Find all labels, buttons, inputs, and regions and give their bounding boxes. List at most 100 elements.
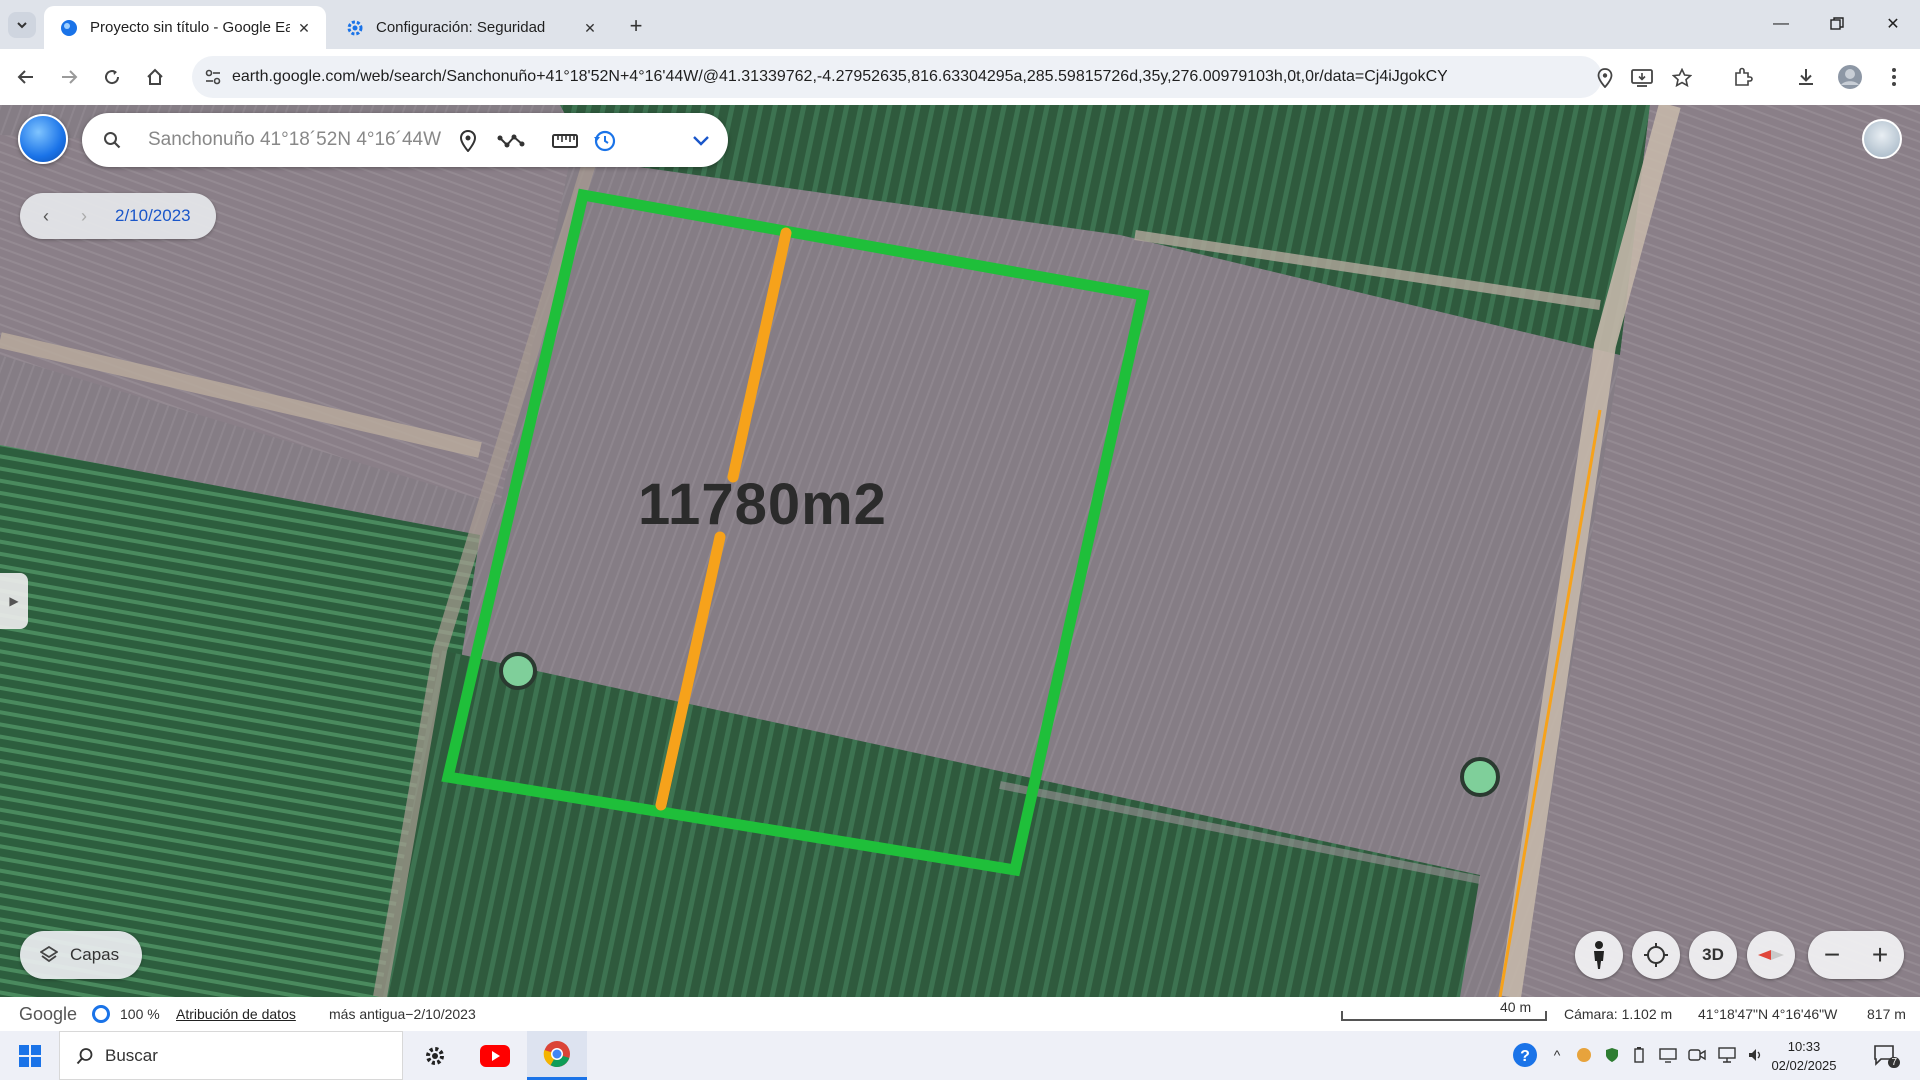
layers-icon — [38, 944, 60, 966]
account-avatar[interactable] — [1862, 119, 1902, 159]
toggle-3d-button[interactable]: 3D — [1689, 931, 1737, 979]
imagery-oldest-date: más antigua−2/10/2023 — [329, 1006, 476, 1022]
search-icon — [74, 1045, 96, 1067]
notifications-button[interactable]: 7 — [1870, 1042, 1900, 1068]
battery-icon[interactable] — [1628, 1044, 1650, 1066]
back-button[interactable] — [10, 61, 42, 93]
close-window-button[interactable]: ✕ — [1870, 8, 1916, 40]
start-button[interactable] — [10, 1031, 50, 1080]
arrow-left-icon — [17, 70, 33, 84]
windows-taskbar: Buscar ? ^ 10:33 02/02/2025 7 — [0, 1031, 1920, 1080]
tab-settings-security[interactable]: Configuración: Seguridad ✕ — [330, 6, 612, 49]
network-icon[interactable] — [1716, 1044, 1738, 1066]
layers-button[interactable]: Capas — [20, 931, 142, 979]
area-measurement-label: 11780m2 — [638, 472, 887, 537]
reload-icon — [105, 70, 120, 85]
restore-window-button[interactable] — [1814, 8, 1860, 40]
imagery-date[interactable]: 2/10/2023 — [115, 206, 191, 226]
clock-time: 10:33 — [1787, 1039, 1821, 1054]
chrome-icon — [543, 1041, 570, 1068]
google-earth-logo[interactable] — [18, 114, 68, 164]
browser-tab-bar: Proyecto sin título - Google Earth ✕ Con… — [0, 0, 1920, 49]
compass-button[interactable] — [1747, 931, 1795, 979]
browser-menu-icon[interactable] — [1878, 61, 1910, 93]
show-hidden-icons-chevron-icon[interactable]: ^ — [1546, 1044, 1568, 1066]
tab-title: Configuración: Seguridad — [376, 19, 546, 36]
browser-toolbar: earth.google.com/web/search/Sanchonuño+4… — [0, 49, 1920, 105]
bookmark-star-icon[interactable] — [1670, 66, 1694, 90]
zoom-in-button[interactable]: + — [1856, 931, 1904, 979]
youtube-icon — [480, 1044, 510, 1067]
url-text: earth.google.com/web/search/Sanchonuño+4… — [232, 68, 1447, 85]
elevation: 817 m — [1867, 1006, 1906, 1022]
loading-percent: 100 % — [120, 1006, 160, 1022]
taskbar-clock[interactable]: 10:33 02/02/2025 — [1764, 1037, 1844, 1075]
ruler-icon[interactable] — [550, 126, 580, 156]
profile-avatar[interactable] — [1834, 61, 1866, 93]
tab-search-button[interactable] — [8, 12, 36, 38]
windows-logo-icon — [19, 1044, 41, 1067]
gear-icon — [346, 19, 364, 37]
camera-altitude: Cámara: 1.102 m — [1564, 1006, 1673, 1022]
site-settings-icon[interactable] — [202, 66, 224, 88]
draw-path-icon[interactable] — [496, 126, 526, 156]
taskbar-youtube-app[interactable] — [470, 1031, 520, 1080]
chevron-down-icon — [17, 22, 27, 29]
google-logo: Google — [19, 1004, 78, 1024]
location-pin-icon[interactable] — [1593, 66, 1617, 90]
historical-imagery-icon[interactable] — [590, 126, 620, 156]
earth-search-bar[interactable]: Sanchonuño 41°18´52N 4°16´44W — [82, 113, 728, 167]
taskbar-chrome-app[interactable] — [527, 1031, 587, 1080]
data-attribution-link[interactable]: Atribución de datos — [176, 1006, 296, 1022]
home-icon — [147, 68, 163, 85]
forward-button[interactable] — [53, 61, 85, 93]
zoom-out-button[interactable]: − — [1808, 931, 1856, 979]
street-view-pegman-button[interactable] — [1575, 931, 1623, 979]
compass-icon — [1758, 950, 1784, 960]
cursor-coordinates: 41°18'47"N 4°16'46"W — [1698, 1006, 1838, 1022]
downloads-icon[interactable] — [1790, 61, 1822, 93]
address-bar[interactable]: earth.google.com/web/search/Sanchonuño+4… — [192, 56, 1602, 98]
search-icon[interactable] — [100, 128, 124, 152]
volume-icon[interactable] — [1744, 1044, 1766, 1066]
taskbar-settings-app[interactable] — [410, 1031, 460, 1080]
google-earth-favicon-icon — [60, 19, 78, 37]
tray-app-icon[interactable] — [1573, 1044, 1595, 1066]
pegman-icon — [1594, 941, 1604, 969]
tab-google-earth[interactable]: Proyecto sin título - Google Earth ✕ — [44, 6, 326, 49]
chevron-down-icon[interactable] — [686, 126, 716, 156]
home-button[interactable] — [139, 61, 171, 93]
add-placemark-icon[interactable] — [453, 126, 483, 156]
help-icon[interactable]: ? — [1512, 1042, 1538, 1068]
expand-panel-button[interactable]: ▶ — [0, 573, 28, 629]
satellite-imagery — [0, 105, 1920, 997]
earth-map-viewport[interactable]: 11780m2 Sanchonuño 41°18´52N 4°16´44W ‹ … — [0, 105, 1920, 997]
new-tab-button[interactable]: + — [622, 12, 650, 40]
extensions-icon[interactable] — [1727, 61, 1759, 93]
arrow-right-icon — [62, 70, 78, 84]
next-date-button[interactable]: › — [72, 204, 96, 228]
reload-button[interactable] — [96, 61, 128, 93]
scale-bar — [1341, 1011, 1547, 1021]
close-tab-icon[interactable]: ✕ — [580, 18, 600, 38]
restore-icon — [1830, 17, 1844, 30]
minimize-window-button[interactable]: — — [1758, 8, 1804, 40]
meet-now-icon[interactable] — [1686, 1044, 1708, 1066]
my-location-button[interactable] — [1632, 931, 1680, 979]
imagery-date-picker: ‹ › 2/10/2023 — [20, 193, 216, 239]
clock-date: 02/02/2025 — [1771, 1058, 1837, 1073]
taskbar-search-label: Buscar — [105, 1046, 158, 1065]
taskbar-search[interactable]: Buscar — [59, 1031, 403, 1080]
install-app-icon[interactable] — [1630, 66, 1654, 90]
loading-indicator-icon — [92, 1005, 110, 1023]
close-tab-icon[interactable]: ✕ — [294, 18, 314, 38]
notification-count-badge: 7 — [1888, 1057, 1900, 1068]
gear-icon — [426, 1046, 444, 1065]
crosshair-icon — [1644, 943, 1668, 967]
display-icon[interactable] — [1657, 1044, 1679, 1066]
map-status-bar: Google 100 % Atribución de datos más ant… — [0, 997, 1920, 1031]
tray-security-icon[interactable] — [1601, 1044, 1623, 1066]
layers-label: Capas — [70, 945, 120, 964]
previous-date-button[interactable]: ‹ — [34, 204, 58, 228]
tab-title: Proyecto sin título - Google Earth — [90, 19, 290, 36]
